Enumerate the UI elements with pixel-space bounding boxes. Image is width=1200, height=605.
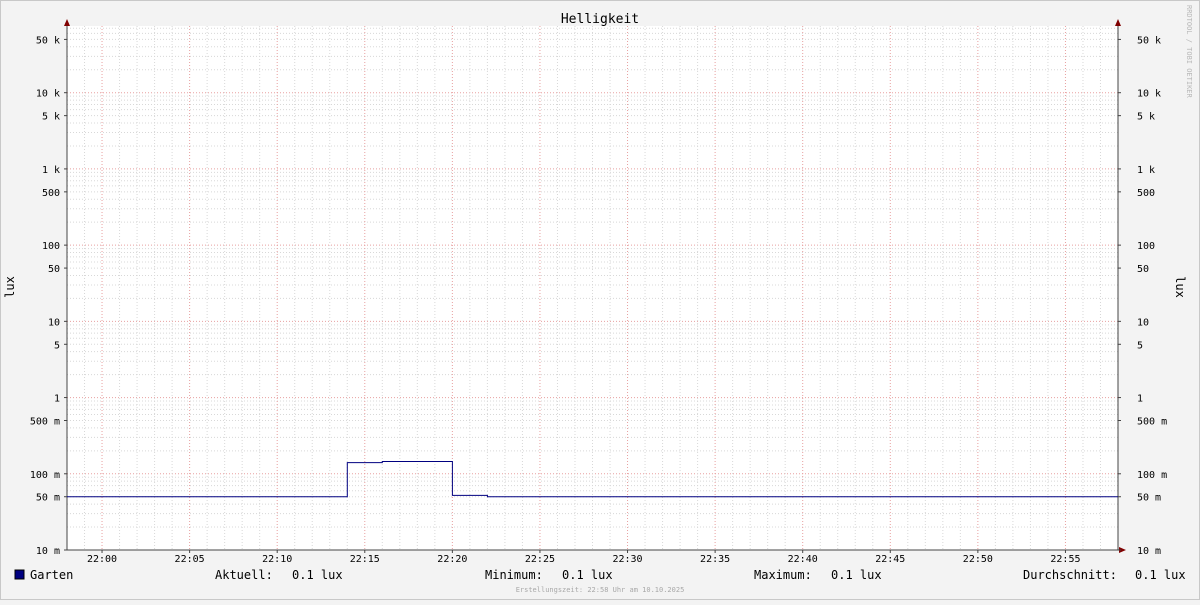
legend-stat-value-minimum: 0.1 lux [562,568,613,582]
y-tick-label-right: 500 m [1137,417,1167,428]
y-tick-label-left: 10 [48,317,60,328]
x-tick-label: 22:05 [175,554,205,565]
y-tick-label-left: 500 [42,188,60,199]
x-tick-label: 22:35 [700,554,730,565]
x-tick-label: 22:10 [262,554,292,565]
legend-stat-label-average: Durchschnitt: [1023,568,1117,582]
legend-stat-value-average: 0.1 lux [1135,568,1186,582]
y-tick-label-right: 50 k [1137,35,1161,46]
y-tick-label-right: 5 k [1137,112,1155,123]
legend-stat-value-current: 0.1 lux [292,568,343,582]
chart-root: 50 k 50 k 10 k 10 k5 k5 k1 k1 k 500 500 100 100… [0,0,1200,600]
x-tick-label: 22:55 [1050,554,1080,565]
legend-stat-label-maximum: Maximum: [754,568,812,582]
y-tick-label-left: 5 k [42,112,60,123]
y-tick-label-left: 50 m [36,493,60,504]
y-tick-label-left: 50 [48,264,60,275]
x-tick-label: 22:20 [437,554,467,565]
y-tick-label-right: 50 m [1137,493,1161,504]
y-tick-label-left: 10 k [36,89,60,100]
legend-stat-label-current: Aktuell: [215,568,273,582]
y-tick-label-right: 500 [1137,188,1155,199]
x-tick-label: 22:40 [788,554,818,565]
y-tick-label-left: 100 m [30,470,60,481]
x-tick-label: 22:00 [87,554,117,565]
y-tick-label-right: 10 [1137,317,1149,328]
x-tick-label: 22:30 [612,554,642,565]
x-tick-label: 22:50 [963,554,993,565]
y-tick-label-right: 100 m [1137,470,1167,481]
y-tick-label-right: 1 k [1137,165,1155,176]
legend-stat-label-minimum: Minimum: [485,568,543,582]
y-tick-label-left: 1 [54,394,60,405]
x-tick-label: 22:15 [350,554,380,565]
watermark: RRDTOOL / TOBI OETIKER [1185,5,1193,99]
y-tick-label-left: 100 [42,241,60,252]
y-tick-label-right: 10 k [1137,89,1161,100]
y-tick-label-right: 50 [1137,264,1149,275]
legend-stat-value-maximum: 0.1 lux [831,568,882,582]
chart-svg: 50 k 50 k10 k 10 k5 k5 k1 k1 k500 500100 100… [0,0,1200,600]
y-tick-label-left: 10 m [36,546,60,557]
y-axis-label-left: lux [3,276,17,298]
y-tick-label-right: 100 [1137,241,1155,252]
x-tick-label: 22:45 [875,554,905,565]
legend-series-name: Garten [30,568,73,582]
y-tick-label-left: 5 [54,340,60,351]
y-tick-label-left: 50 k [36,35,60,46]
chart-title: Helligkeit [561,12,639,27]
legend-swatch [14,569,25,580]
y-tick-label-right: 5 [1137,340,1143,351]
y-tick-label-left: 500 m [30,417,60,428]
x-tick-label: 22:25 [525,554,555,565]
y-tick-label-right: 10 m [1137,546,1161,557]
footer-timestamp: Erstellungszeit: 22:58 Uhr am 10.10.2025 [516,586,685,594]
y-tick-label-left: 1 k [42,165,60,176]
y-axis-label-right: lux [1173,276,1187,298]
y-tick-label-right: 1 [1137,394,1143,405]
